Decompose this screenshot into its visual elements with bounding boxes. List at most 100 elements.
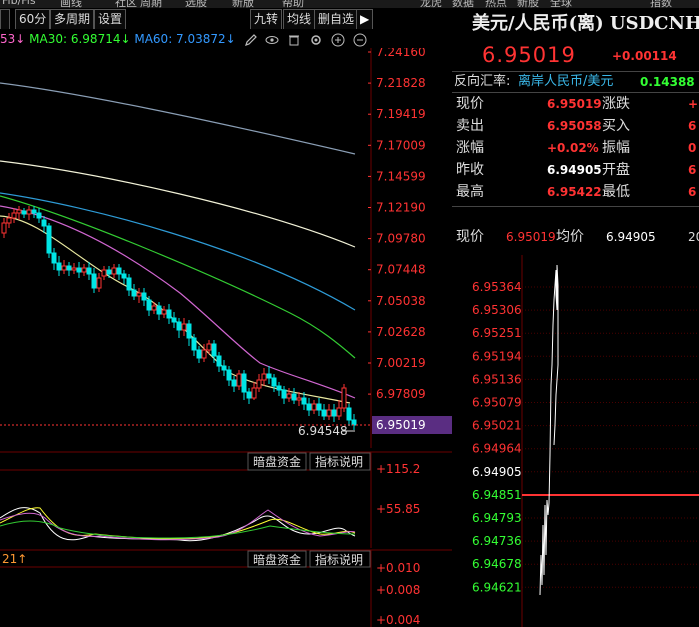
- top-menu-item[interactable]: Fib/Fis: [2, 0, 36, 7]
- reverse-rate-row[interactable]: 反向汇率: 离岸人民币/美元 0.14388: [452, 71, 699, 93]
- intraday-tick-label: 6.94905: [472, 465, 522, 479]
- price-tick-label: 7.09780: [376, 232, 426, 246]
- candle-body: [331, 409, 337, 417]
- quote-value: 6.94905: [547, 163, 602, 177]
- top-menu-item[interactable]: 热点: [485, 0, 507, 8]
- indicator-panel-1[interactable]: 暗盘资金 指标说明 +115.2 +55.85: [0, 448, 452, 548]
- candle-body: [201, 349, 207, 359]
- top-menu-item[interactable]: 全球: [550, 0, 572, 8]
- intraday-price-value: 6.95019: [506, 230, 556, 244]
- candle-body: [151, 305, 157, 311]
- candle-body: [246, 391, 252, 399]
- settings-icon[interactable]: [309, 33, 323, 47]
- intraday-tick-label: 6.94678: [472, 557, 522, 571]
- candle-body: [191, 337, 197, 351]
- trash-icon[interactable]: [287, 33, 301, 47]
- candle-body: [236, 373, 242, 387]
- candle-body: [36, 212, 42, 219]
- quote-label-2: 开盘: [602, 162, 630, 178]
- tab-cutoff[interactable]: [0, 9, 10, 29]
- candle-body: [226, 369, 232, 381]
- quote-value-2: 6: [688, 163, 697, 177]
- intraday-tick-label: 6.95021: [472, 419, 522, 433]
- candle-body: [181, 323, 187, 331]
- top-menu-strip: Fib/Fis 画线 社区 周期 选股 新版 帮助 龙虎 数据 热点 新股 全球 指数: [0, 0, 699, 8]
- intraday-chart[interactable]: 6.95364 6.95306 6.95251 6.95194 6.95136 6.950…: [452, 255, 699, 627]
- intraday-avg-value: 6.94905: [606, 230, 656, 244]
- quote-label-2: 涨跌: [602, 96, 630, 112]
- top-menu-item[interactable]: 新版: [232, 0, 254, 8]
- price-tick-label: 7.00219: [376, 356, 426, 370]
- intraday-tail: 20: [688, 230, 699, 244]
- indicator-panel-2[interactable]: 21↑ 暗盘资金 指标说明 +0.010 +0.008 +0.004: [0, 548, 452, 627]
- candle-body: [76, 267, 82, 273]
- quote-row: 最高 6.95422 最低 6: [452, 181, 699, 203]
- tab-ma[interactable]: 均线: [283, 9, 316, 29]
- top-menu-item[interactable]: 周期: [140, 0, 162, 8]
- price-tick-label: 7.02628: [376, 325, 426, 339]
- ind2-label-3: +0.004: [376, 613, 420, 627]
- candle-body: [291, 393, 297, 401]
- candle-body: [306, 403, 312, 411]
- eye-icon[interactable]: [265, 33, 279, 47]
- candle-body: [241, 373, 247, 393]
- candle-body: [251, 387, 257, 399]
- tab-60min[interactable]: 60分: [15, 9, 51, 29]
- current-price-label: 6.95019: [376, 418, 426, 432]
- top-menu-item[interactable]: 新股: [517, 0, 539, 8]
- candle-body: [286, 393, 292, 399]
- quote-value-2: 6: [688, 185, 697, 199]
- top-menu-item[interactable]: 画线: [60, 0, 82, 8]
- top-menu-item[interactable]: 选股: [185, 0, 207, 8]
- edit-icon[interactable]: [244, 33, 258, 47]
- candle-body: [231, 379, 237, 387]
- quote-label: 卖出: [456, 118, 484, 134]
- candle-body: [11, 212, 17, 219]
- collapse-arrow-icon[interactable]: ▶: [356, 9, 374, 29]
- candle-body: [56, 262, 62, 271]
- quote-row: 涨幅 +0.02% 振幅 0: [452, 137, 699, 159]
- quote-value-2: 6: [688, 119, 697, 133]
- quote-value-2: +: [688, 97, 699, 111]
- top-menu-item[interactable]: 指数: [650, 0, 672, 8]
- candle-body: [186, 323, 192, 339]
- ma-prefix: 53↓: [0, 32, 26, 46]
- indicator-help-label-2: 指标说明: [315, 552, 363, 567]
- candle-body: [341, 387, 347, 409]
- tab-multi-period[interactable]: 多周期: [50, 9, 95, 29]
- candlestick-chart[interactable]: 7.24160 7.21828 7.19419 7.17009 7.14599 7.121…: [0, 48, 452, 448]
- remove-watchlist-button[interactable]: 删自选: [314, 9, 359, 29]
- quote-label-2: 振幅: [602, 140, 630, 156]
- reverse-rate-name[interactable]: 离岸人民币/美元: [518, 72, 613, 92]
- quote-value-2: 0: [688, 141, 697, 155]
- candle-body: [176, 321, 182, 331]
- tab-jiuzhuan[interactable]: 九转: [250, 9, 283, 29]
- top-menu-item[interactable]: 龙虎: [420, 0, 442, 8]
- tab-settings[interactable]: 设置: [94, 9, 127, 29]
- candle-body: [156, 305, 162, 315]
- top-menu-item[interactable]: 帮助: [282, 0, 304, 8]
- top-menu-item[interactable]: 数据: [452, 0, 474, 8]
- top-menu-item[interactable]: 社区: [115, 0, 137, 8]
- candle-body: [1, 222, 7, 234]
- quote-row: 昨收 6.94905 开盘 6: [452, 159, 699, 181]
- candle-body: [296, 397, 302, 401]
- candle-body: [141, 292, 147, 301]
- chart-toolbar: 60分 多周期 设置 九转 均线 删自选 ▶: [0, 9, 380, 29]
- low-price-marker: 6.94548: [298, 424, 348, 438]
- intraday-avg-label: 均价: [556, 229, 584, 245]
- quote-label-2: 买入: [602, 118, 630, 134]
- zoom-out-icon[interactable]: [353, 33, 367, 47]
- instrument-change: +0.00114: [612, 49, 677, 63]
- candle-body: [261, 373, 267, 381]
- candle-body: [171, 317, 177, 323]
- candle-body: [71, 267, 77, 271]
- candle-body: [86, 267, 92, 275]
- price-tick-label: 7.14599: [376, 169, 426, 183]
- intraday-tick-label: 6.95364: [472, 280, 522, 294]
- quote-label: 现价: [456, 96, 484, 112]
- zoom-in-icon[interactable]: [331, 33, 345, 47]
- candle-body: [96, 277, 102, 289]
- intraday-tick-label: 6.95079: [472, 396, 522, 410]
- quote-row: 卖出 6.95058 买入 6: [452, 115, 699, 137]
